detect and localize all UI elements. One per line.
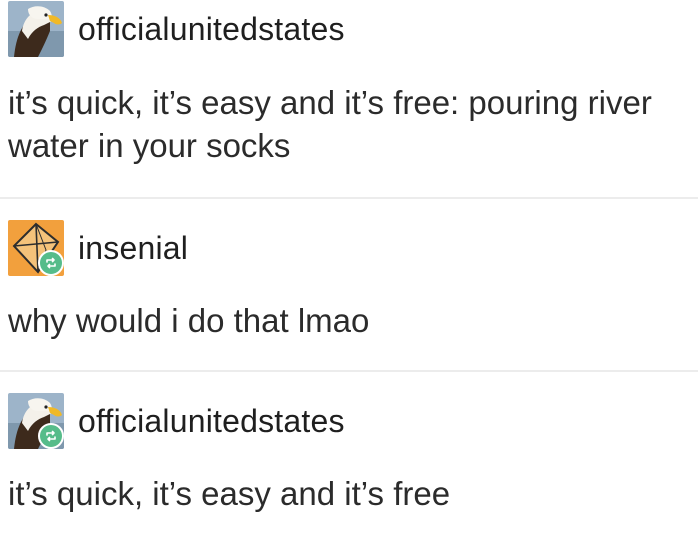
reblog-icon [38, 423, 64, 449]
reblog-icon [38, 250, 64, 276]
avatar[interactable] [8, 1, 64, 57]
post-insenial-reblog: insenial why would i do that lmao [0, 199, 698, 371]
post-officialunitedstates-reblog: officialunitedstates it’s quick, it’s ea… [0, 372, 698, 541]
post-header: officialunitedstates [8, 392, 345, 450]
avatar[interactable] [8, 393, 64, 449]
reblog-thread: { "colors": { "background": "#ffffff", "… [0, 0, 698, 541]
username[interactable]: officialunitedstates [78, 403, 345, 440]
username[interactable]: officialunitedstates [78, 11, 345, 48]
avatar[interactable] [8, 220, 64, 276]
eagle-avatar-icon [8, 1, 64, 57]
post-text: it’s quick, it’s easy and it’s free: pou… [8, 84, 661, 164]
username[interactable]: insenial [78, 230, 188, 267]
post-header: officialunitedstates [8, 0, 345, 58]
post-officialunitedstates-original: officialunitedstates it’s quick, it’s ea… [0, 0, 698, 198]
post-text: it’s quick, it’s easy and it’s free [8, 475, 451, 512]
post-text: why would i do that lmao [8, 302, 370, 339]
post-header: insenial [8, 219, 188, 277]
